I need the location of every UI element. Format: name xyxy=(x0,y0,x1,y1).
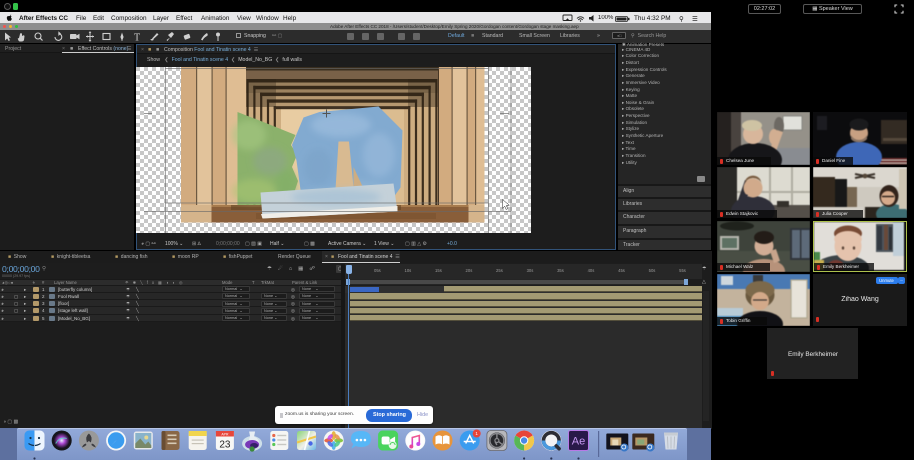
svg-text:T: T xyxy=(134,32,140,43)
